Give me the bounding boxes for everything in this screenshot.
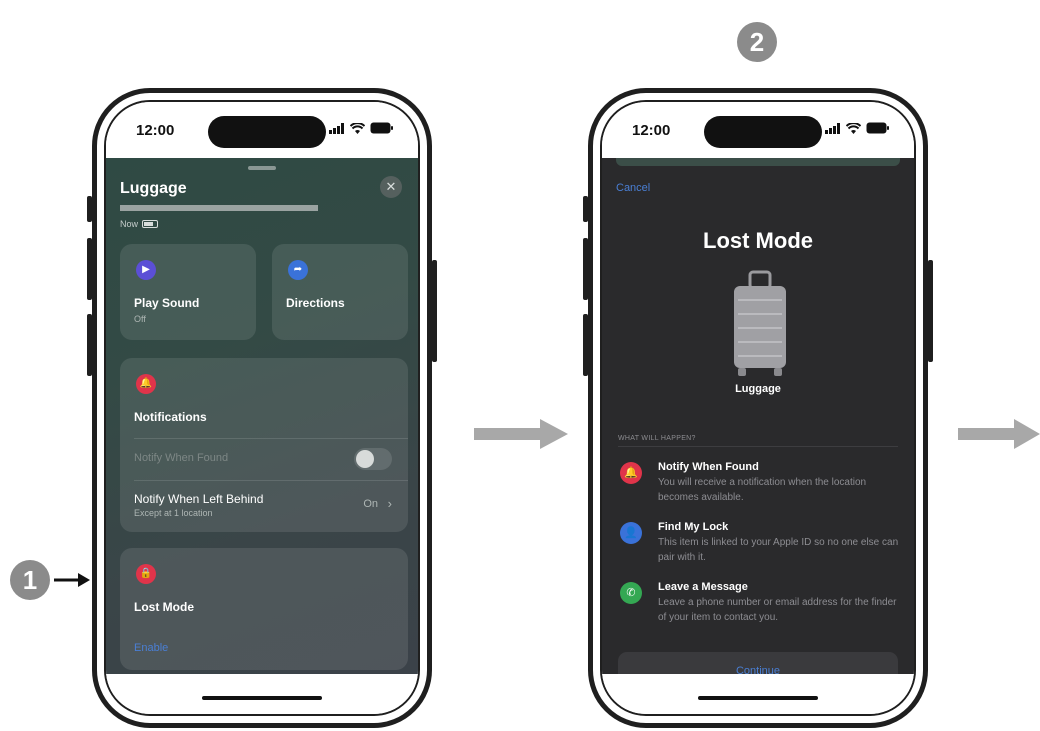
divider: [618, 446, 898, 447]
directions-button[interactable]: ➦ Directions: [272, 244, 408, 340]
sheet-grabber[interactable]: [248, 166, 276, 170]
page-title: Lost Mode: [703, 228, 813, 253]
notify-left-behind-sub: Except at 1 location: [134, 508, 213, 518]
lost-mode-label: Lost Mode: [134, 600, 194, 614]
cancel-button[interactable]: Cancel: [616, 182, 650, 194]
notify-when-found-label: Notify When Found: [134, 452, 229, 464]
notifications-label: Notifications: [134, 410, 207, 424]
lock-icon: 🔒: [136, 564, 156, 584]
notifications-section: 🔔 Notifications Notify When Found Notify…: [120, 358, 408, 532]
dynamic-island: [208, 116, 326, 148]
status-bar: 12:00: [602, 102, 914, 158]
pointer-arrow-icon: [54, 573, 90, 587]
phone-screen: 12:00 Luggage ✕ Now ▶ Play Sound Off ➦ D…: [104, 100, 420, 716]
feature-description: Leave a phone number or email address fo…: [658, 597, 897, 623]
divider: [134, 438, 408, 439]
signal-icon: [825, 122, 840, 134]
flow-arrow-icon: [474, 419, 568, 449]
battery-icon: [370, 122, 393, 134]
item-battery-icon: [142, 220, 159, 228]
feature-description: You will receive a notification when the…: [658, 477, 867, 503]
divider: [134, 480, 408, 481]
bell-icon: 🔔: [136, 374, 156, 394]
feature-title: Leave a Message: [658, 581, 748, 593]
location-time: Now: [120, 219, 139, 229]
feature-description: This item is linked to your Apple ID so …: [658, 537, 899, 563]
notify-when-left-behind-row[interactable]: Notify When Left Behind Except at 1 loca…: [120, 482, 408, 530]
play-sound-status: Off: [134, 314, 146, 324]
play-sound-label: Play Sound: [134, 296, 200, 310]
section-header: WHAT WILL HAPPEN?: [618, 435, 696, 442]
wifi-icon: [350, 122, 365, 134]
battery-icon: [866, 122, 889, 134]
play-sound-button[interactable]: ▶ Play Sound Off: [120, 244, 256, 340]
feature-title: Find My Lock: [658, 521, 729, 533]
luggage-icon: [734, 270, 786, 376]
underlying-sheet-edge: [616, 158, 900, 166]
step-2-badge: 2: [737, 22, 777, 62]
dynamic-island: [704, 116, 822, 148]
phone-1: 12:00 Luggage ✕ Now ▶ Play Sound Off ➦ D…: [87, 88, 437, 728]
lost-mode-section: 🔒 Lost Mode Enable: [120, 548, 408, 670]
phone-icon: ✆: [620, 582, 642, 604]
bell-icon: 🔔: [620, 462, 642, 484]
lost-mode-enable-link[interactable]: Enable: [134, 642, 168, 654]
location-address-redacted: [120, 205, 318, 211]
phone-screen: 12:00 Cancel Lost Mode Luggage WHAT WILL…: [600, 100, 916, 716]
phone-2: 12:00 Cancel Lost Mode Luggage WHAT WILL…: [583, 88, 933, 728]
directions-icon: ➦: [288, 260, 308, 280]
continue-button[interactable]: Continue: [618, 652, 898, 674]
home-indicator[interactable]: [202, 696, 322, 700]
person-icon: 👤: [620, 522, 642, 544]
side-button: [928, 260, 933, 362]
play-icon: ▶: [136, 260, 156, 280]
side-button: [432, 260, 437, 362]
directions-label: Directions: [286, 296, 345, 310]
signal-icon: [329, 122, 344, 134]
notify-left-behind-label: Notify When Left Behind: [134, 492, 264, 506]
feature-title: Notify When Found: [658, 461, 759, 473]
notify-when-found-toggle[interactable]: [354, 448, 392, 470]
wifi-icon: [846, 122, 861, 134]
home-indicator[interactable]: [698, 696, 818, 700]
item-title: Luggage: [120, 180, 187, 197]
chevron-right-icon: ›: [387, 496, 392, 511]
find-my-item-sheet: Luggage ✕ Now ▶ Play Sound Off ➦ Directi…: [106, 158, 418, 674]
step-1-badge: 1: [10, 560, 50, 600]
status-bar: 12:00: [106, 102, 418, 158]
flow-arrow-icon: [958, 419, 1040, 449]
lost-mode-sheet: Cancel Lost Mode Luggage WHAT WILL HAPPE…: [602, 158, 914, 674]
item-name: Luggage: [735, 383, 781, 395]
status-time: 12:00: [632, 122, 671, 139]
status-time: 12:00: [136, 122, 175, 139]
close-button[interactable]: ✕: [380, 176, 402, 198]
notify-left-behind-value: On: [363, 498, 378, 510]
